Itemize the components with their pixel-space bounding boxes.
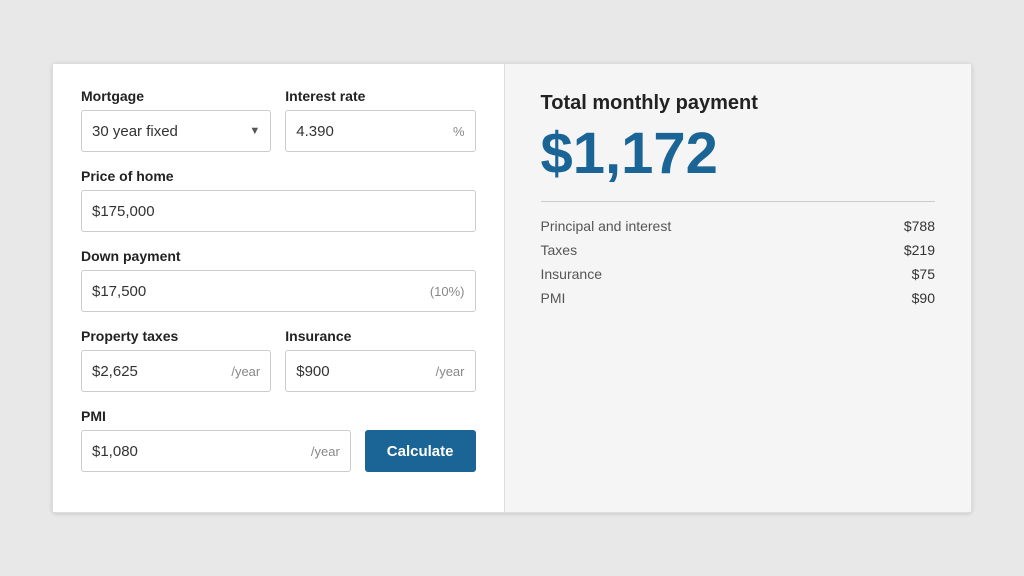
interest-rate-label: Interest rate	[285, 88, 475, 104]
divider	[541, 201, 936, 202]
breakdown-label-taxes: Taxes	[541, 242, 578, 258]
down-payment-label: Down payment	[81, 248, 476, 264]
pmi-input-group: /year	[81, 430, 351, 472]
right-panel: Total monthly payment $1,172 Principal a…	[505, 64, 972, 512]
down-payment-input[interactable]	[92, 283, 424, 300]
interest-rate-suffix: %	[453, 124, 465, 139]
property-taxes-input-wrapper: /year	[81, 350, 271, 392]
mortgage-field-group: Mortgage 30 year fixed 15 year fixed 5/1…	[81, 88, 271, 152]
breakdown-row-taxes: Taxes $219	[541, 242, 936, 258]
total-monthly-label: Total monthly payment	[541, 92, 936, 115]
pmi-suffix: /year	[311, 444, 340, 459]
breakdown-list: Principal and interest $788 Taxes $219 I…	[541, 218, 936, 306]
insurance-input-wrapper: /year	[285, 350, 475, 392]
breakdown-label-principal: Principal and interest	[541, 218, 672, 234]
pmi-group: PMI /year Calculate	[81, 408, 476, 472]
mortgage-select[interactable]: 30 year fixed 15 year fixed 5/1 ARM	[92, 123, 245, 140]
total-monthly-amount: $1,172	[541, 125, 936, 183]
pmi-label: PMI	[81, 408, 476, 424]
mortgage-select-wrapper[interactable]: 30 year fixed 15 year fixed 5/1 ARM ▼	[81, 110, 271, 152]
pmi-input-wrapper: /year	[81, 430, 351, 472]
price-of-home-input-wrapper	[81, 190, 476, 232]
breakdown-value-pmi: $90	[912, 290, 935, 306]
price-of-home-label: Price of home	[81, 168, 476, 184]
calculate-button[interactable]: Calculate	[365, 430, 476, 472]
interest-rate-input-wrapper: %	[285, 110, 475, 152]
interest-rate-field-group: Interest rate %	[285, 88, 475, 152]
down-payment-suffix: (10%)	[430, 284, 465, 299]
insurance-field-group: Insurance /year	[285, 328, 475, 392]
property-taxes-suffix: /year	[231, 364, 260, 379]
breakdown-value-taxes: $219	[904, 242, 935, 258]
mortgage-interest-row: Mortgage 30 year fixed 15 year fixed 5/1…	[81, 88, 476, 152]
property-taxes-input[interactable]	[92, 363, 225, 380]
down-payment-group: Down payment (10%)	[81, 248, 476, 312]
price-of-home-input[interactable]	[92, 203, 465, 220]
taxes-insurance-row: Property taxes /year Insurance /year	[81, 328, 476, 392]
insurance-input[interactable]	[296, 363, 429, 380]
breakdown-row-insurance: Insurance $75	[541, 266, 936, 282]
breakdown-label-insurance: Insurance	[541, 266, 602, 282]
property-taxes-field-group: Property taxes /year	[81, 328, 271, 392]
breakdown-row-pmi: PMI $90	[541, 290, 936, 306]
breakdown-label-pmi: PMI	[541, 290, 566, 306]
down-payment-input-wrapper: (10%)	[81, 270, 476, 312]
interest-rate-input[interactable]	[296, 123, 447, 140]
property-taxes-label: Property taxes	[81, 328, 271, 344]
breakdown-value-insurance: $75	[912, 266, 935, 282]
pmi-input[interactable]	[92, 443, 305, 460]
insurance-suffix: /year	[436, 364, 465, 379]
chevron-down-icon: ▼	[249, 125, 260, 137]
breakdown-row-principal: Principal and interest $788	[541, 218, 936, 234]
left-panel: Mortgage 30 year fixed 15 year fixed 5/1…	[53, 64, 505, 512]
breakdown-value-principal: $788	[904, 218, 935, 234]
pmi-calculate-row: /year Calculate	[81, 430, 476, 472]
calculator-wrapper: Mortgage 30 year fixed 15 year fixed 5/1…	[52, 63, 972, 513]
price-of-home-group: Price of home	[81, 168, 476, 232]
insurance-label: Insurance	[285, 328, 475, 344]
mortgage-label: Mortgage	[81, 88, 271, 104]
